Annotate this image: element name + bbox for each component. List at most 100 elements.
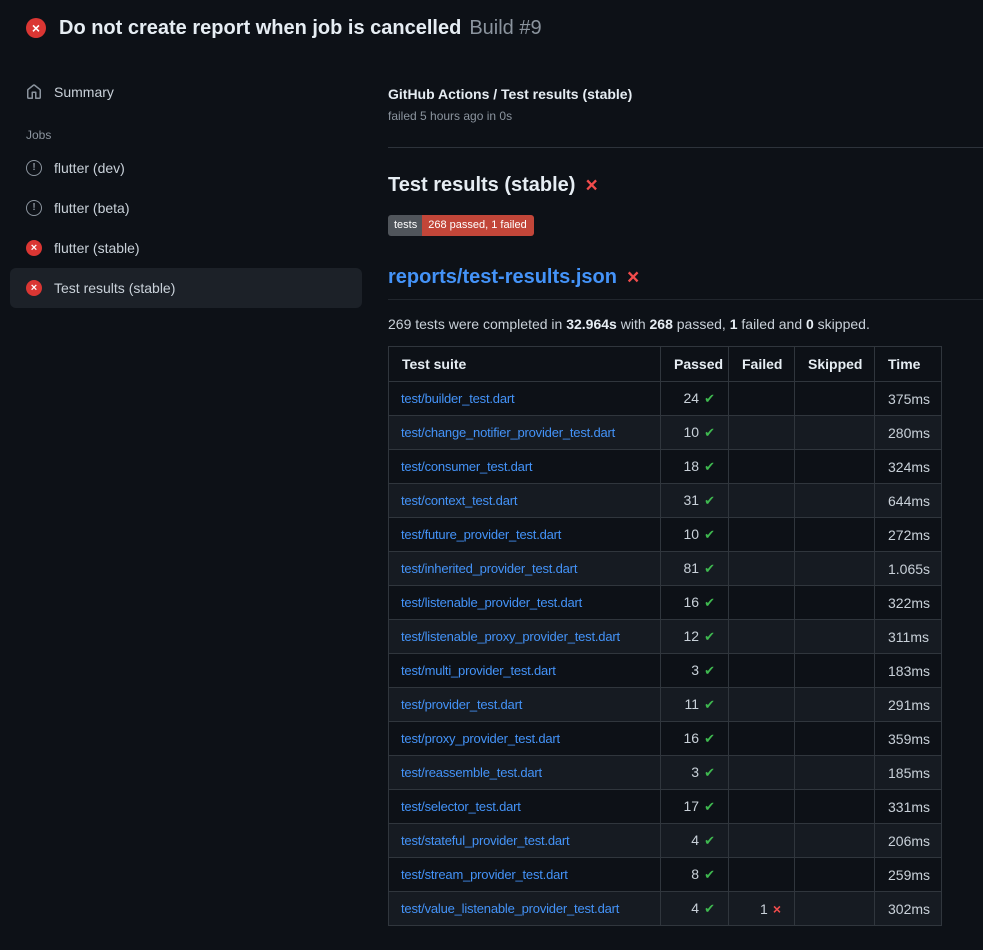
test-suite-link[interactable]: test/change_notifier_provider_test.dart [401, 425, 615, 440]
check-icon: ✔ [704, 833, 715, 848]
test-suite-link[interactable]: test/reassemble_test.dart [401, 765, 542, 780]
page-title: Do not create report when job is cancell… [59, 17, 461, 39]
passed-count: 8 [691, 866, 699, 882]
table-row: test/stateful_provider_test.dart4✔206ms [389, 824, 942, 858]
sidebar-item-flutter-stable[interactable]: ×flutter (stable) [10, 228, 362, 268]
check-icon: ✔ [704, 697, 715, 712]
check-icon: ✔ [704, 391, 715, 406]
passed-count: 10 [684, 424, 700, 440]
test-suite-link[interactable]: test/provider_test.dart [401, 697, 522, 712]
skipped-cell [795, 518, 875, 552]
passed-count: 81 [684, 560, 700, 576]
passed-count: 11 [685, 696, 700, 712]
col-header-skipped: Skipped [795, 347, 875, 382]
test-suite-link[interactable]: test/future_provider_test.dart [401, 527, 561, 542]
test-suite-link[interactable]: test/stream_provider_test.dart [401, 867, 568, 882]
red-x-icon: × [585, 175, 597, 196]
col-header-time: Time [875, 347, 942, 382]
check-icon: ✔ [704, 629, 715, 644]
results-table-body: test/builder_test.dart24✔375mstest/chang… [389, 382, 942, 926]
main-content: GitHub Actions / Test results (stable) f… [388, 56, 983, 926]
table-row: test/change_notifier_provider_test.dart 1… [389, 416, 942, 450]
failed-x-circle-icon: × [26, 18, 46, 38]
sidebar-item-label: flutter (stable) [54, 240, 140, 256]
sidebar-item-test-results-stable[interactable]: ×Test results (stable) [10, 268, 362, 308]
sidebar-item-flutter-dev[interactable]: !flutter (dev) [10, 148, 362, 188]
skipped-cell [795, 552, 875, 586]
sidebar-item-label: Test results (stable) [54, 280, 175, 296]
results-table: Test suite Passed Failed Skipped Time te… [388, 346, 942, 926]
breadcrumb: GitHub Actions / Test results (stable) [388, 86, 983, 102]
sidebar-item-flutter-beta[interactable]: ! flutter (beta) [10, 188, 362, 228]
time-value: 185ms [875, 756, 942, 790]
table-row: test/inherited_provider_test.dart81✔1.06… [389, 552, 942, 586]
test-suite-link[interactable]: test/selector_test.dart [401, 799, 521, 814]
table-row: test/provider_test.dart11✔291ms [389, 688, 942, 722]
col-header-test-suite: Test suite [389, 347, 661, 382]
skipped-cell [795, 654, 875, 688]
passed-count: 10 [684, 526, 700, 542]
table-row: test/stream_provider_test.dart8✔259ms [389, 858, 942, 892]
time-value: 375ms [875, 382, 942, 416]
home-icon [26, 84, 42, 100]
report-file-link[interactable]: reports/test-results.json [388, 266, 617, 289]
skipped-cell [795, 790, 875, 824]
test-suite-link[interactable]: test/multi_provider_test.dart [401, 663, 556, 678]
summary-number: 32.964s [566, 316, 617, 332]
table-row: test/context_test.dart31✔644ms [389, 484, 942, 518]
cancelled-circle-icon: ! [26, 160, 42, 176]
test-suite-link[interactable]: test/consumer_test.dart [401, 459, 532, 474]
summary-line: 269 tests were completed in 32.964s with… [388, 316, 983, 332]
col-header-failed: Failed [729, 347, 795, 382]
red-x-icon: × [627, 267, 639, 288]
run-status-text: failed 5 hours ago in 0s [388, 109, 983, 123]
check-icon: ✔ [704, 425, 715, 440]
summary-number: 1 [730, 316, 738, 332]
test-suite-link[interactable]: test/inherited_provider_test.dart [401, 561, 577, 576]
summary-text: failed and [738, 316, 807, 332]
cancelled-circle-icon: ! [26, 200, 42, 216]
build-number: Build #9 [469, 17, 541, 39]
check-icon: ✔ [704, 765, 715, 780]
time-value: 322ms [875, 586, 942, 620]
x-icon: × [773, 901, 781, 917]
passed-count: 4 [691, 900, 699, 916]
skipped-cell [795, 382, 875, 416]
skipped-cell [795, 450, 875, 484]
check-icon: ✔ [704, 561, 715, 576]
check-run-header: × Do not create report when job is cance… [0, 0, 983, 56]
time-value: 280ms [875, 416, 942, 450]
time-value: 331ms [875, 790, 942, 824]
passed-count: 18 [684, 458, 700, 474]
sidebar-summary-label: Summary [54, 84, 114, 100]
test-suite-link[interactable]: test/builder_test.dart [401, 391, 514, 406]
test-suite-link[interactable]: test/stateful_provider_test.dart [401, 833, 569, 848]
time-value: 259ms [875, 858, 942, 892]
passed-count: 31 [684, 492, 700, 508]
failed-count: 1 [760, 901, 768, 917]
skipped-cell [795, 756, 875, 790]
passed-count: 16 [684, 730, 700, 746]
sidebar-item-summary[interactable]: Summary [10, 72, 362, 112]
test-suite-link[interactable]: test/proxy_provider_test.dart [401, 731, 560, 746]
time-value: 311ms [875, 620, 942, 654]
check-icon: ✔ [704, 493, 715, 508]
test-suite-link[interactable]: test/listenable_provider_test.dart [401, 595, 582, 610]
time-value: 302ms [875, 892, 942, 926]
skipped-cell [795, 620, 875, 654]
summary-number: 0 [806, 316, 814, 332]
check-icon: ✔ [704, 901, 715, 916]
table-row: test/listenable_proxy_provider_test.dart… [389, 620, 942, 654]
badge-label: tests [388, 215, 422, 236]
table-row: test/builder_test.dart24✔375ms [389, 382, 942, 416]
summary-text: with [617, 316, 650, 332]
time-value: 359ms [875, 722, 942, 756]
check-icon: ✔ [704, 663, 715, 678]
tests-badge: tests 268 passed, 1 failed [388, 215, 534, 236]
test-suite-link[interactable]: test/context_test.dart [401, 493, 517, 508]
sidebar-item-label: flutter (beta) [54, 200, 129, 216]
time-value: 324ms [875, 450, 942, 484]
test-suite-link[interactable]: test/value_listenable_provider_test.dart [401, 901, 619, 916]
test-suite-link[interactable]: test/listenable_proxy_provider_test.dart [401, 629, 620, 644]
badge-value: 268 passed, 1 failed [422, 215, 533, 236]
